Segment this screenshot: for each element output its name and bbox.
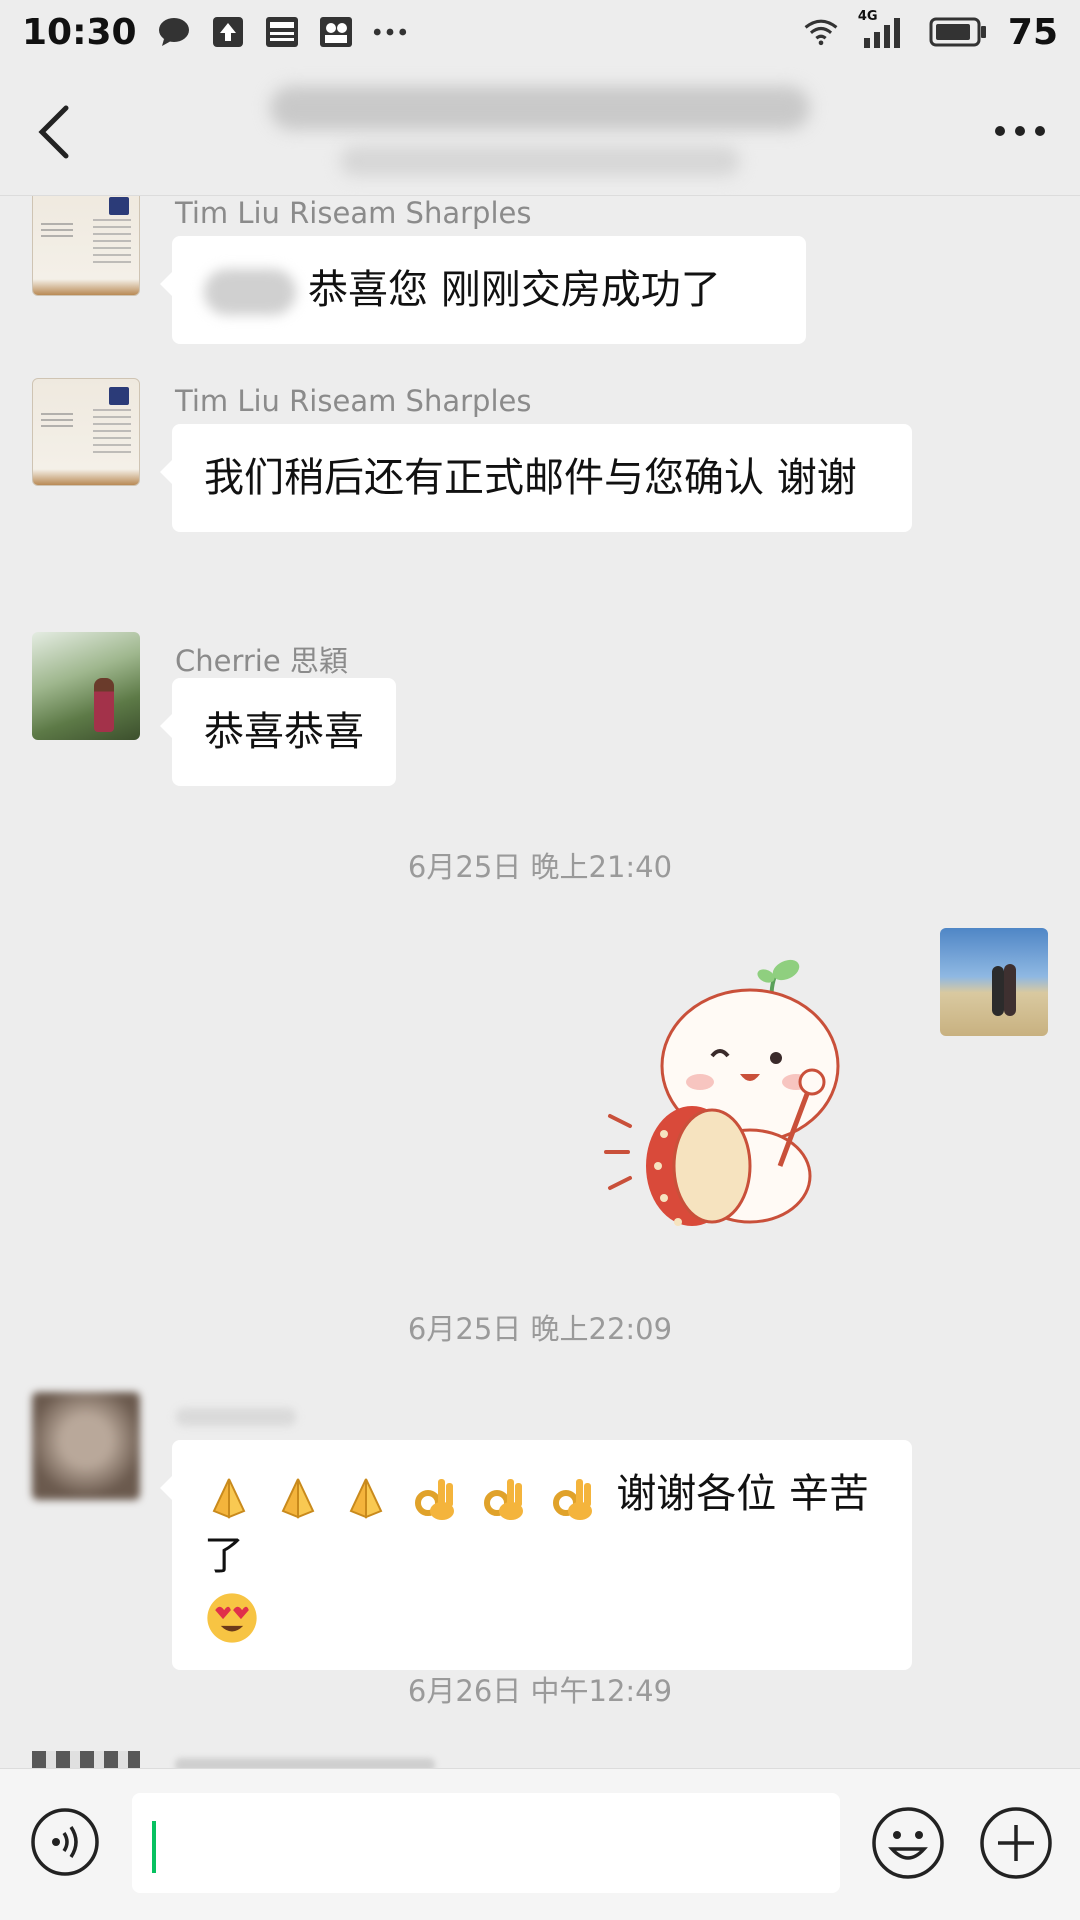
chat-header xyxy=(0,64,1080,196)
battery-icon xyxy=(928,15,988,49)
emoji-button[interactable] xyxy=(870,1805,946,1881)
avatar[interactable] xyxy=(32,632,140,740)
timestamp: 6月25日 晚上22:09 xyxy=(407,1312,673,1346)
more-dots-icon xyxy=(373,15,407,49)
sender-name: Cherrie 思穎 xyxy=(175,644,348,678)
ok-hand-icon xyxy=(415,1479,455,1520)
sender-name: Tim Liu Riseam Sharples xyxy=(175,384,532,418)
avatar[interactable] xyxy=(32,196,140,296)
input-bar xyxy=(0,1768,1080,1920)
message-list[interactable]: Tim Liu Riseam Sharples 恭喜您 刚刚交房成功了 Tim … xyxy=(0,196,1080,1768)
plus-circle-icon xyxy=(980,1807,1052,1879)
message-text: 我们稍后还有正式邮件与您确认 谢谢 xyxy=(204,455,857,501)
voice-icon xyxy=(31,1808,99,1876)
blurred-sender-name xyxy=(175,1758,435,1768)
message-bubble[interactable]: 我们稍后还有正式邮件与您确认 谢谢 xyxy=(160,424,912,532)
status-right: 4G 75 xyxy=(804,9,1058,53)
ok-hand-icon xyxy=(552,1479,592,1520)
status-time: 10:30 xyxy=(22,11,137,53)
emoji-sequence xyxy=(204,1466,604,1526)
pray-hands-icon xyxy=(350,1478,383,1519)
signal-icon: 4G xyxy=(858,9,908,49)
plus-button[interactable] xyxy=(978,1805,1054,1881)
status-bar: 10:30 4G 75 xyxy=(0,0,1080,64)
pray-hands-icon xyxy=(281,1478,315,1519)
blurred-sender-name xyxy=(176,1408,296,1426)
message-input[interactable] xyxy=(132,1793,840,1893)
chevron-left-icon xyxy=(38,105,69,159)
network-type: 4G xyxy=(857,9,878,24)
emoji-icon xyxy=(872,1807,944,1879)
message-bubble[interactable]: 恭喜恭喜 xyxy=(160,678,396,786)
sender-name: Tim Liu Riseam Sharples xyxy=(175,196,532,230)
ok-hand-icon xyxy=(483,1479,523,1520)
blurred-chat-subtitle xyxy=(340,146,740,176)
chat-bubble-icon xyxy=(157,15,191,49)
voice-button[interactable] xyxy=(30,1807,100,1877)
avatar[interactable] xyxy=(32,1751,140,1768)
media-icon xyxy=(319,15,353,49)
wifi-icon xyxy=(804,15,838,49)
drum-bunny-sticker[interactable] xyxy=(600,956,900,1246)
message-bubble[interactable]: 谢谢各位 辛苦了 xyxy=(160,1440,912,1670)
blurred-mention xyxy=(204,269,296,315)
upload-icon xyxy=(211,15,245,49)
message-bubble[interactable]: 恭喜您 刚刚交房成功了 xyxy=(160,236,806,344)
text-cursor xyxy=(152,1821,156,1873)
avatar[interactable] xyxy=(32,378,140,486)
blurred-chat-title xyxy=(270,86,810,130)
heart-eyes-icon xyxy=(207,1593,257,1643)
status-left: 10:30 xyxy=(22,12,407,53)
news-icon xyxy=(265,15,299,49)
back-button[interactable] xyxy=(30,102,80,162)
avatar[interactable] xyxy=(32,1392,140,1500)
timestamp: 6月25日 晚上21:40 xyxy=(407,850,673,884)
business-card-logo xyxy=(109,197,129,215)
more-button[interactable] xyxy=(990,106,1050,156)
avatar-self[interactable] xyxy=(940,928,1048,1036)
message-text: 恭喜您 刚刚交房成功了 xyxy=(308,267,721,313)
pray-hands-icon xyxy=(212,1478,246,1519)
battery-level: 75 xyxy=(1007,11,1058,53)
message-text: 恭喜恭喜 xyxy=(204,709,364,755)
timestamp: 6月26日 中午12:49 xyxy=(407,1674,673,1708)
more-horizontal-icon xyxy=(995,126,1045,136)
